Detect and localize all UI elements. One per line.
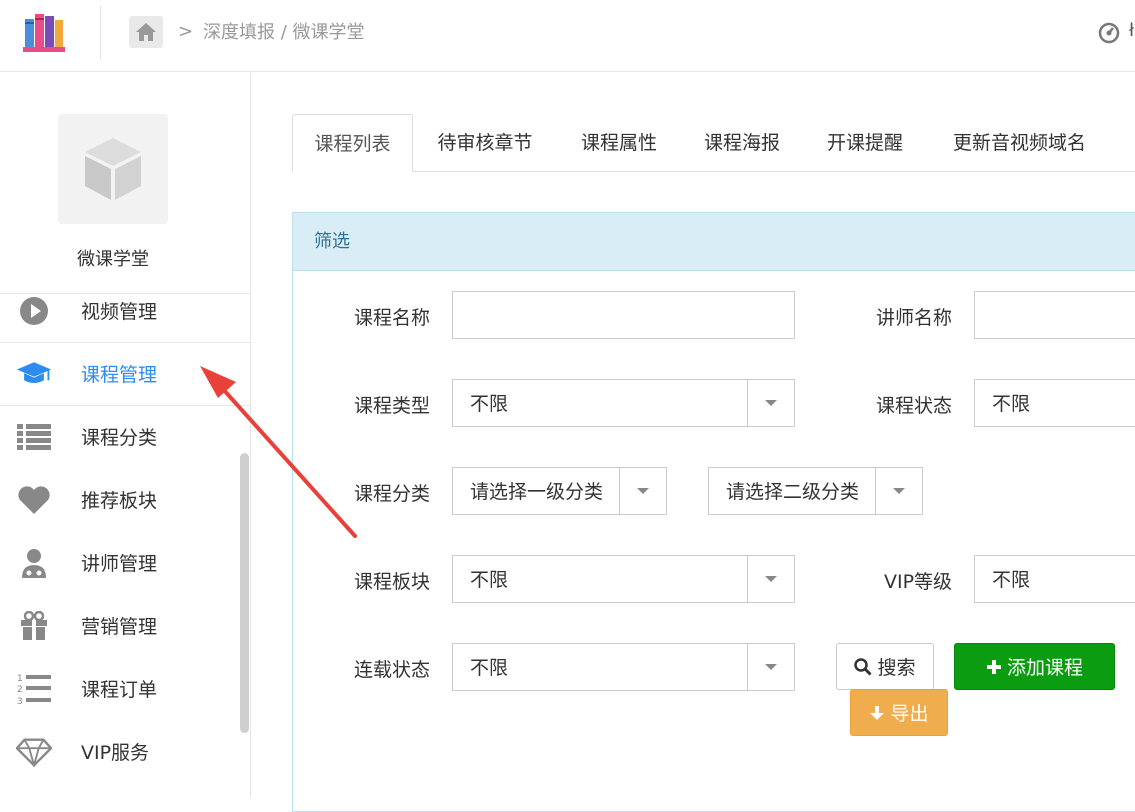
chevron-down-icon: [747, 644, 794, 690]
sidebar-item-label: 推荐板块: [81, 490, 158, 512]
block-value: 不限: [470, 569, 509, 591]
gift-icon: [16, 608, 52, 644]
tab-course-list[interactable]: 课程列表: [292, 114, 413, 172]
chevron-down-icon: [875, 468, 922, 514]
sidebar-item-label: 视频管理: [81, 301, 158, 323]
sidebar-item-label: 课程管理: [81, 364, 158, 386]
play-circle-icon: [16, 293, 52, 329]
sidebar-item-label: 课程分类: [81, 427, 158, 449]
sidebar-item-courses[interactable]: 课程管理: [0, 342, 250, 405]
export-button[interactable]: 导出: [850, 689, 948, 736]
tab-pending-chapters[interactable]: 待审核章节: [425, 114, 545, 172]
sidebar-item-recommend[interactable]: 推荐板块: [0, 468, 250, 531]
breadcrumb[interactable]: 深度填报 / 微课学堂: [203, 21, 365, 45]
sidebar-item-label: VIP服务: [81, 742, 150, 764]
sidebar-item-label: 营销管理: [81, 616, 158, 638]
serial-status-value: 不限: [470, 657, 509, 679]
course-status-label: 课程状态: [876, 395, 953, 417]
user-md-icon: [16, 545, 52, 581]
course-name-label: 课程名称: [354, 307, 431, 329]
course-status-value: 不限: [992, 393, 1031, 415]
top-header: > 深度填报 / 微课学堂 ł: [0, 0, 1135, 72]
chevron-down-icon: [619, 468, 666, 514]
serial-status-label: 连载状态: [354, 659, 431, 681]
export-button-label: 导出: [890, 703, 929, 725]
tab-course-attributes[interactable]: 课程属性: [564, 114, 674, 172]
block-label: 课程板块: [354, 571, 431, 593]
diamond-icon: [16, 734, 52, 770]
svg-text:3: 3: [17, 697, 23, 706]
breadcrumb-separator: >: [178, 21, 194, 42]
vip-level-label: VIP等级: [884, 571, 953, 593]
category-label: 课程分类: [354, 483, 431, 505]
svg-text:1: 1: [17, 674, 23, 684]
course-name-input[interactable]: [452, 291, 795, 339]
course-type-select[interactable]: 不限: [452, 379, 795, 427]
sidebar-item-label: 课程订单: [81, 679, 158, 701]
sidebar: 微课学堂 视频管理 课程管理 课程分类 推荐板块 讲师管理 营销管理 1 2 3…: [0, 73, 251, 798]
block-select[interactable]: 不限: [452, 555, 795, 603]
course-type-label: 课程类型: [354, 395, 431, 417]
cube-icon: [85, 138, 141, 200]
home-icon: [136, 23, 156, 41]
sidebar-item-teacher[interactable]: 讲师管理: [0, 531, 250, 594]
plus-icon: [986, 659, 1002, 675]
app-name: 微课学堂: [77, 249, 149, 270]
tab-course-posters[interactable]: 课程海报: [687, 114, 797, 172]
app-avatar: [58, 114, 168, 224]
list-ol-icon: 12 3: [16, 671, 52, 707]
course-type-value: 不限: [470, 393, 509, 415]
chevron-down-icon: [747, 556, 794, 602]
header-right-text[interactable]: ł: [1129, 20, 1134, 41]
category-level1-value: 请选择一级分类: [470, 481, 604, 503]
add-course-button[interactable]: 添加课程: [954, 643, 1115, 690]
heart-icon: [16, 482, 52, 518]
tab-update-media-domain[interactable]: 更新音视频域名: [937, 114, 1102, 172]
sidebar-scrollbar[interactable]: [240, 453, 249, 733]
sidebar-item-marketing[interactable]: 营销管理: [0, 594, 250, 657]
list-icon: [16, 419, 52, 455]
sidebar-item-vip[interactable]: VIP服务: [0, 720, 250, 783]
search-icon: [854, 657, 873, 676]
tab-course-reminder[interactable]: 开课提醒: [810, 114, 920, 172]
books-logo-icon[interactable]: [22, 10, 68, 56]
filter-panel-title: 筛选: [293, 213, 1135, 271]
header-divider: [100, 6, 101, 60]
dashboard-icon[interactable]: [1098, 22, 1120, 44]
category-level2-value: 请选择二级分类: [726, 481, 860, 503]
sidebar-item-label: 讲师管理: [81, 553, 158, 575]
svg-text:2: 2: [17, 685, 23, 695]
graduation-cap-icon: [16, 356, 52, 392]
vip-level-select[interactable]: 不限: [974, 555, 1135, 603]
search-button-label: 搜索: [877, 657, 916, 679]
chevron-down-icon: [747, 380, 794, 426]
sidebar-item-video[interactable]: 视频管理: [0, 279, 250, 342]
home-button[interactable]: [129, 16, 163, 48]
sidebar-item-orders[interactable]: 12 3 课程订单: [0, 657, 250, 720]
teacher-name-label: 讲师名称: [876, 307, 953, 329]
arrow-down-icon: [869, 705, 885, 721]
add-course-button-label: 添加课程: [1006, 657, 1083, 679]
category-level2-select[interactable]: 请选择二级分类: [708, 467, 923, 515]
sidebar-item-category[interactable]: 课程分类: [0, 405, 250, 468]
category-level1-select[interactable]: 请选择一级分类: [452, 467, 667, 515]
serial-status-select[interactable]: 不限: [452, 643, 795, 691]
teacher-name-input[interactable]: [974, 291, 1135, 339]
course-status-select[interactable]: 不限: [974, 379, 1135, 427]
search-button[interactable]: 搜索: [836, 643, 934, 690]
tab-bar: 课程列表 待审核章节 课程属性 课程海报 开课提醒 更新音视频域名: [292, 114, 1135, 172]
vip-level-value: 不限: [992, 569, 1031, 591]
